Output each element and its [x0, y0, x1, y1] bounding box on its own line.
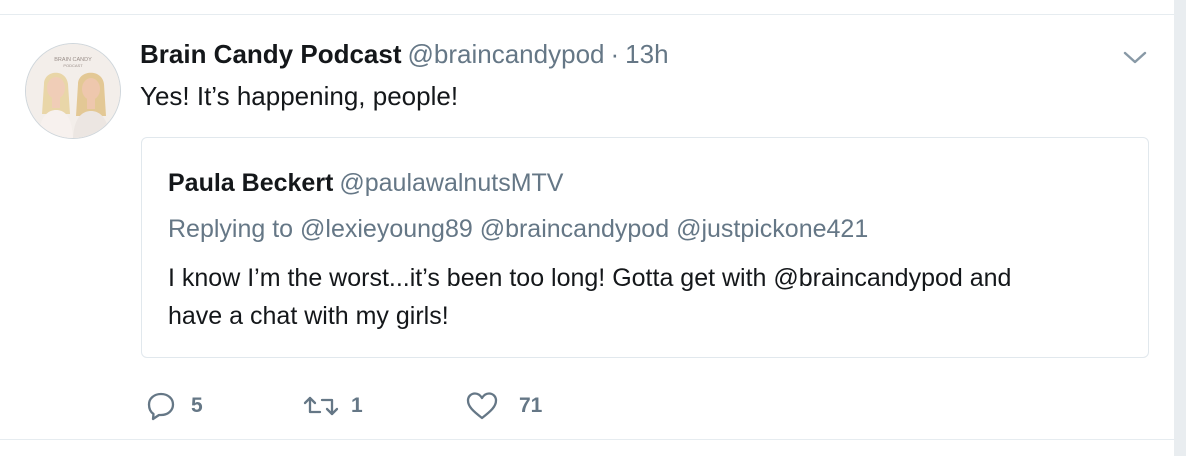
like-icon	[466, 392, 498, 420]
retweet-icon	[303, 396, 339, 416]
quoted-text-line: I know I’m the worst...it’s been too lon…	[168, 264, 1012, 292]
quoted-tweet-header: Paula Beckert @paulawalnutsMTV	[168, 168, 563, 198]
scrollbar-track[interactable]	[1174, 0, 1186, 456]
retweet-count: 1	[351, 394, 363, 417]
replying-to-label: Replying to	[168, 215, 294, 243]
like-count: 71	[519, 394, 543, 417]
quoted-author-name: Paula Beckert	[168, 169, 334, 197]
reply-icon	[147, 392, 175, 421]
mention-link[interactable]: @justpickone421	[676, 215, 868, 243]
separator-dot: ·	[610, 39, 620, 69]
author-handle[interactable]: @braincandypod	[408, 39, 605, 69]
timestamp[interactable]: 13h	[625, 39, 668, 69]
tweet-header: Brain Candy Podcast @braincandypod · 13h	[140, 38, 669, 70]
avatar[interactable]: BRAIN CANDY PODCAST	[25, 43, 121, 139]
bottom-divider	[0, 439, 1174, 440]
quoted-text-line: have a chat with my girls!	[168, 302, 449, 330]
svg-text:PODCAST: PODCAST	[63, 63, 83, 68]
tweet-text: Yes! It’s happening, people!	[140, 81, 459, 111]
avatar-image: BRAIN CANDY PODCAST	[26, 44, 120, 138]
replying-to-line: Replying to @lexieyoung89 @braincandypod…	[168, 214, 868, 244]
tweet[interactable]: BRAIN CANDY PODCAST Brain Candy Podcast @…	[0, 15, 1174, 439]
chevron-down-icon[interactable]	[1122, 47, 1148, 67]
mention-link[interactable]: @lexieyoung89	[300, 215, 473, 243]
reply-count: 5	[191, 394, 203, 417]
retweet-button[interactable]: 1	[303, 390, 363, 422]
reply-button[interactable]: 5	[145, 390, 203, 422]
mention-link[interactable]: @braincandypod	[480, 215, 669, 243]
quoted-tweet-text: I know I’m the worst...it’s been too lon…	[168, 259, 1138, 335]
quoted-tweet[interactable]: Paula Beckert @paulawalnutsMTV Replying t…	[141, 137, 1149, 358]
like-button[interactable]: 71	[465, 390, 542, 422]
author-name[interactable]: Brain Candy Podcast	[140, 39, 402, 69]
quoted-author-handle: @paulawalnutsMTV	[339, 169, 564, 197]
